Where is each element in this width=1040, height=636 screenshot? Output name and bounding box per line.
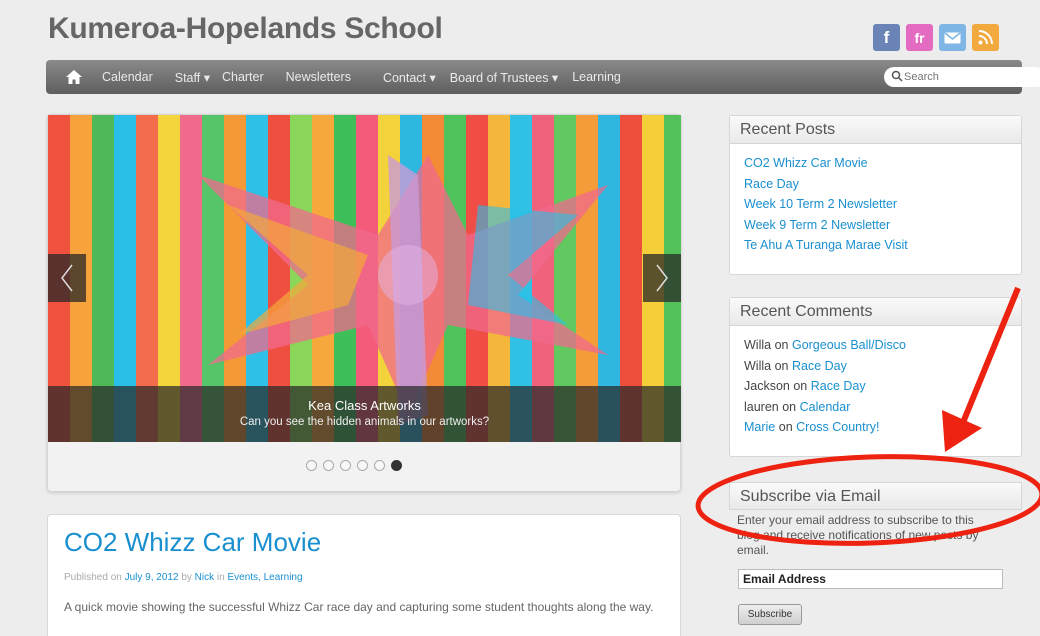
nav-calendar[interactable]: Calendar (102, 70, 153, 84)
post-meta-by: by (181, 572, 192, 583)
site-title[interactable]: Kumeroa-Hopelands School (48, 12, 443, 46)
recent-post-link[interactable]: Te Ahu A Turanga Marae Visit (744, 238, 908, 252)
slide-caption: Kea Class Artworks Can you see the hidde… (48, 386, 681, 442)
rss-icon[interactable] (972, 24, 999, 51)
social-links: f fr (873, 24, 999, 51)
comment-author: Willa (744, 338, 772, 352)
facebook-icon[interactable]: f (873, 24, 900, 51)
post-date-link[interactable]: July 9, 2012 (125, 572, 179, 583)
friendfeed-icon[interactable]: fr (906, 24, 933, 51)
chevron-left-icon (61, 264, 73, 292)
slider-dot[interactable] (357, 460, 368, 471)
post-author-link[interactable]: Nick (195, 572, 214, 583)
comment-item: Willa on Gorgeous Ball/Disco (744, 338, 906, 352)
comment-item: lauren on Calendar (744, 399, 851, 414)
slider-dot-active[interactable] (391, 460, 402, 471)
subscribe-widget: Subscribe via Email Enter your email add… (729, 482, 1022, 636)
mail-icon[interactable] (939, 24, 966, 51)
comment-post-link[interactable]: Race Day (792, 359, 847, 373)
recent-post-link[interactable]: Week 9 Term 2 Newsletter (744, 218, 890, 232)
widget-title: Recent Comments (730, 298, 1021, 326)
comment-post-link[interactable]: Calendar (800, 400, 851, 414)
search-icon (891, 70, 903, 82)
post-meta-in: in (216, 572, 225, 583)
recent-comments-widget: Recent Comments Willa on Gorgeous Ball/D… (729, 297, 1022, 457)
subscribe-description: Enter your email address to subscribe to… (737, 513, 979, 557)
nav-contact[interactable]: Contact ▾ (383, 70, 436, 85)
post-meta: Published on July 9, 2012 by Nick in Eve… (64, 572, 303, 583)
comment-post-link[interactable]: Cross Country! (796, 420, 879, 434)
slider-dot[interactable] (340, 460, 351, 471)
widget-title: Subscribe via Email (729, 482, 1022, 510)
chevron-right-icon (656, 264, 668, 292)
comment-post-link[interactable]: Gorgeous Ball/Disco (792, 338, 906, 352)
slider-prev-button[interactable] (48, 254, 86, 302)
comment-author: Willa (744, 358, 772, 373)
subscribe-button[interactable]: Subscribe (738, 604, 802, 625)
comment-author: lauren (744, 399, 779, 414)
nav-board-of-trustees[interactable]: Board of Trustees ▾ (450, 70, 558, 85)
nav-newsletters[interactable]: Newsletters (286, 70, 351, 84)
image-slider: Kea Class Artworks Can you see the hidde… (47, 114, 681, 492)
post-excerpt: A quick movie showing the successful Whi… (64, 600, 654, 614)
comment-author: Jackson (744, 379, 790, 393)
recent-post-link[interactable]: Race Day (744, 177, 799, 191)
home-icon[interactable] (46, 60, 102, 94)
widget-title: Recent Posts (730, 116, 1021, 144)
slider-next-button[interactable] (643, 254, 681, 302)
slider-pagination (306, 460, 402, 471)
slider-dot[interactable] (374, 460, 385, 471)
post-title[interactable]: CO2 Whizz Car Movie (64, 527, 321, 558)
post-card: CO2 Whizz Car Movie Published on July 9,… (47, 514, 681, 636)
nav-learning[interactable]: Learning (572, 70, 621, 84)
post-meta-published: Published on (64, 572, 122, 583)
nav-staff[interactable]: Staff ▾ (175, 70, 210, 85)
page: Kumeroa-Hopelands School f fr Calendar S… (0, 0, 1040, 636)
recent-post-link[interactable]: CO2 Whizz Car Movie (744, 156, 868, 170)
post-categories-link[interactable]: Events, Learning (227, 572, 302, 583)
slide-caption-subtitle: Can you see the hidden animals in our ar… (239, 416, 490, 428)
comment-item: Marie on Cross Country! (744, 420, 880, 434)
main-navigation: Calendar Staff ▾ Charter Newsletters Con… (46, 60, 1040, 94)
recent-post-link[interactable]: Week 10 Term 2 Newsletter (744, 197, 897, 211)
email-field[interactable] (738, 569, 1003, 589)
slide-caption-title: Kea Class Artworks (308, 398, 421, 413)
nav-charter[interactable]: Charter (222, 70, 264, 84)
comment-item: Willa on Race Day (744, 358, 847, 373)
comment-author-link[interactable]: Marie (744, 420, 775, 434)
comment-post-link[interactable]: Race Day (811, 379, 866, 393)
recent-posts-widget: Recent Posts CO2 Whizz Car Movie Race Da… (729, 115, 1022, 275)
slider-dot[interactable] (306, 460, 317, 471)
slider-dot[interactable] (323, 460, 334, 471)
comment-item: Jackson on Race Day (744, 379, 866, 393)
search-input[interactable] (884, 67, 1040, 87)
